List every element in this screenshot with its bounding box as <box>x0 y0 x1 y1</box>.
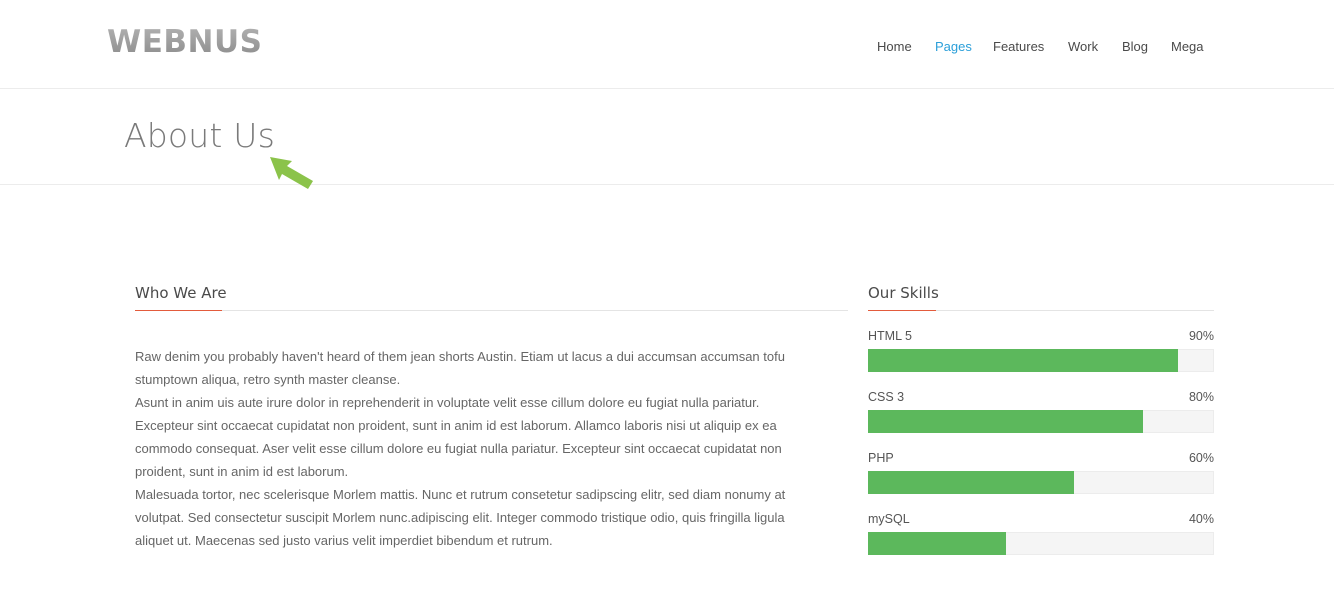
heading-accent-underline <box>868 310 936 311</box>
skill-html5: HTML 5 90% <box>868 328 1214 372</box>
section-heading-skills: Our Skills <box>868 283 1214 311</box>
skill-percent: 90% <box>1188 329 1214 343</box>
skill-percent: 80% <box>1188 390 1214 404</box>
skill-progress-fill <box>868 410 1144 433</box>
skill-name: CSS 3 <box>868 390 905 404</box>
skill-progress-track <box>868 410 1214 433</box>
main-nav: Home Pages Features Work Blog Mega <box>0 38 1334 58</box>
page-title: About Us <box>124 116 276 155</box>
skill-progress-track <box>868 471 1214 494</box>
paragraph-1: Raw denim you probably haven't heard of … <box>135 349 785 387</box>
skill-mysql: mySQL 40% <box>868 511 1214 555</box>
site-header: WEBNUS Home Pages Features Work Blog Meg… <box>0 0 1334 89</box>
arrow-icon <box>270 157 313 189</box>
nav-item-mega[interactable]: Mega <box>1171 38 1204 56</box>
heading-accent-underline <box>135 310 222 311</box>
skill-percent: 40% <box>1188 512 1214 526</box>
nav-item-blog[interactable]: Blog <box>1122 38 1148 56</box>
skill-name: PHP <box>868 451 894 465</box>
nav-item-home[interactable]: Home <box>877 38 912 56</box>
our-skills-heading: Our Skills <box>868 284 939 302</box>
skill-name: mySQL <box>868 512 910 526</box>
nav-item-work[interactable]: Work <box>1068 38 1098 56</box>
paragraph-3: Malesuada tortor, nec scelerisque Morlem… <box>135 487 786 548</box>
skill-progress-track <box>868 532 1214 555</box>
who-we-are-text: Raw denim you probably haven't heard of … <box>135 345 815 552</box>
our-skills-section: Our Skills HTML 5 90% CSS 3 80% PHP 60% … <box>868 283 1214 555</box>
page-title-band: About Us <box>0 89 1334 185</box>
skill-progress-track <box>868 349 1214 372</box>
paragraph-2: Asunt in anim uis aute irure dolor in re… <box>135 395 782 479</box>
nav-item-pages[interactable]: Pages <box>935 38 972 56</box>
skill-progress-fill <box>868 532 1006 555</box>
who-we-are-heading: Who We Are <box>135 284 227 302</box>
skill-css3: CSS 3 80% <box>868 389 1214 433</box>
section-heading-who: Who We Are <box>135 283 848 311</box>
skill-name: HTML 5 <box>868 329 912 343</box>
skill-progress-fill <box>868 349 1178 372</box>
skill-percent: 60% <box>1188 451 1214 465</box>
who-we-are-section: Who We Are Raw denim you probably haven'… <box>135 283 848 552</box>
skill-php: PHP 60% <box>868 450 1214 494</box>
nav-item-features[interactable]: Features <box>993 38 1044 56</box>
skill-progress-fill <box>868 471 1075 494</box>
